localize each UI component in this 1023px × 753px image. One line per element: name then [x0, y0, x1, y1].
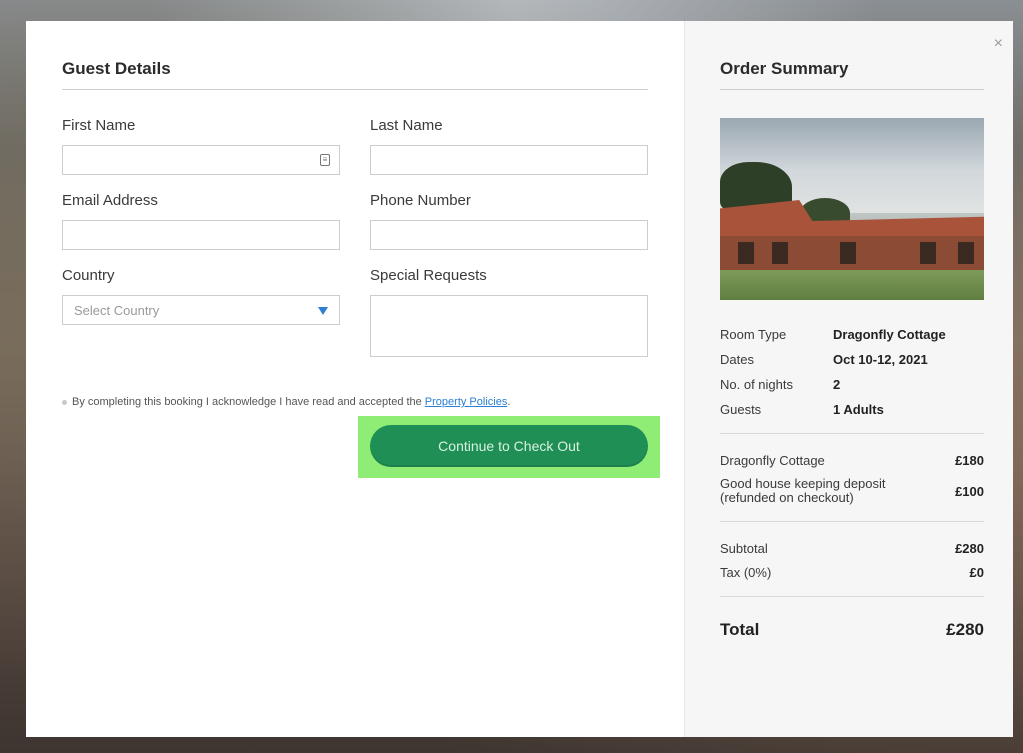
room-type-value: Dragonfly Cottage — [833, 327, 946, 342]
photo-window — [958, 242, 974, 264]
guests-label: Guests — [720, 402, 762, 417]
deposit-label-line2: (refunded on checkout) — [720, 490, 854, 505]
last-name-field-group: Last Name — [370, 117, 648, 175]
photo-grass — [720, 270, 984, 300]
dates-value: Oct 10-12, 2021 — [833, 352, 928, 367]
room-type-row: Room Type Dragonfly Cottage — [720, 327, 984, 342]
guest-details-title: Guest Details — [62, 59, 648, 90]
line-item-label: Dragonfly Cottage — [720, 453, 825, 468]
nights-row: No. of nights 2 — [720, 377, 984, 392]
nights-value: 2 — [833, 377, 841, 392]
divider — [720, 596, 984, 597]
booking-modal: Guest Details First Name ≡ Last Name Ema… — [26, 21, 1013, 737]
tax-row: Tax (0%) £0 — [720, 565, 984, 580]
special-requests-textarea[interactable] — [370, 295, 648, 357]
guests-value: 1 Adults — [833, 402, 884, 417]
email-field-group: Email Address — [62, 192, 340, 250]
subtotal-row: Subtotal £280 — [720, 541, 984, 556]
phone-input[interactable] — [370, 220, 648, 250]
line-item-label: Good house keeping deposit (refunded on … — [720, 477, 886, 505]
photo-window — [920, 242, 936, 264]
special-requests-label: Special Requests — [370, 267, 487, 284]
country-label: Country — [62, 267, 115, 284]
continue-to-checkout-button[interactable]: Continue to Check Out — [370, 425, 648, 467]
email-label: Email Address — [62, 192, 158, 209]
divider — [720, 521, 984, 522]
country-select-placeholder: Select Country — [74, 302, 160, 318]
first-name-input[interactable]: ≡ — [62, 145, 340, 175]
room-type-label: Room Type — [720, 327, 787, 342]
total-row: Total £280 — [720, 620, 984, 640]
order-summary-title: Order Summary — [720, 59, 984, 90]
order-summary-panel: × Order Summary Room Type Dragonfly Cott… — [684, 21, 1013, 737]
subtotal-value: £280 — [955, 541, 984, 556]
nights-label: No. of nights — [720, 377, 793, 392]
photo-window — [840, 242, 856, 264]
line-item-room: Dragonfly Cottage £180 — [720, 453, 984, 468]
booking-details: Room Type Dragonfly Cottage Dates Oct 10… — [720, 327, 984, 640]
room-photo — [720, 118, 984, 300]
property-policies-link[interactable]: Property Policies — [425, 396, 508, 408]
tax-label: Tax (0%) — [720, 565, 772, 580]
close-icon[interactable]: × — [994, 36, 1003, 52]
policy-suffix: . — [507, 396, 511, 408]
phone-field-group: Phone Number — [370, 192, 648, 250]
line-item-deposit: Good house keeping deposit (refunded on … — [720, 477, 984, 505]
policy-acknowledgement: By completing this booking I acknowledge… — [62, 396, 648, 408]
first-name-field-group: First Name ≡ — [62, 117, 340, 175]
total-value: £280 — [946, 620, 984, 639]
photo-window — [738, 242, 754, 264]
line-item-price: £180 — [955, 453, 984, 468]
last-name-input[interactable] — [370, 145, 648, 175]
special-requests-field-group: Special Requests — [370, 267, 648, 357]
country-select[interactable]: Select Country — [62, 295, 340, 325]
guest-details-panel: Guest Details First Name ≡ Last Name Ema… — [26, 21, 684, 737]
guest-form: First Name ≡ Last Name Email Address Pho… — [62, 117, 648, 374]
guests-row: Guests 1 Adults — [720, 402, 984, 417]
tax-value: £0 — [969, 565, 984, 580]
chevron-down-icon — [318, 307, 328, 315]
email-input[interactable] — [62, 220, 340, 250]
line-item-price: £100 — [955, 483, 984, 499]
divider — [720, 433, 984, 434]
phone-label: Phone Number — [370, 192, 471, 209]
photo-window — [772, 242, 788, 264]
bullet-icon — [62, 399, 67, 405]
policy-text: By completing this booking I acknowledge… — [72, 396, 422, 408]
deposit-label-line1: Good house keeping deposit — [720, 476, 886, 491]
country-field-group: Country Select Country — [62, 267, 340, 357]
first-name-label: First Name — [62, 117, 136, 134]
contact-card-icon[interactable]: ≡ — [320, 154, 330, 166]
last-name-label: Last Name — [370, 117, 443, 134]
dates-label: Dates — [720, 352, 754, 367]
total-label: Total — [720, 620, 760, 639]
dates-row: Dates Oct 10-12, 2021 — [720, 352, 984, 367]
subtotal-label: Subtotal — [720, 541, 768, 556]
